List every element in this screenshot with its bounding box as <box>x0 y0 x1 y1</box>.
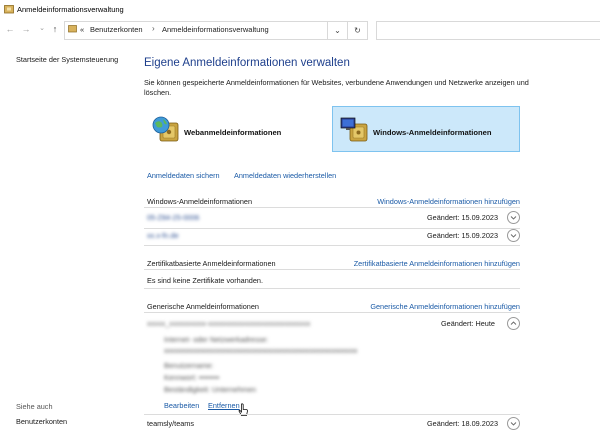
chevron-down-icon[interactable] <box>507 211 520 224</box>
address-dropdown-button[interactable]: ⌄ <box>327 21 348 40</box>
up-button[interactable]: ↑ <box>49 23 61 35</box>
credential-detail: Beständigkeit: Unternehmen <box>164 385 257 394</box>
add-certificate-credential-link[interactable]: Zertifikatbasierte Anmeldeinformationen … <box>354 259 520 268</box>
credential-detail: Kennwort: •••••••• <box>164 373 220 382</box>
window-title: Anmeldeinformationsverwaltung <box>17 5 124 14</box>
divider <box>144 245 520 246</box>
backup-credentials-link[interactable]: Anmeldedaten sichern <box>147 171 220 180</box>
edit-credential-link[interactable]: Bearbeiten <box>164 401 199 410</box>
web-credentials-tile[interactable]: Webanmeldeinformationen <box>144 106 322 152</box>
breadcrumb-separator: › <box>152 24 155 33</box>
chevron-down-icon[interactable] <box>507 229 520 242</box>
certificate-section-title: Zertifikatbasierte Anmeldeinformationen <box>147 259 276 268</box>
breadcrumb-overflow[interactable]: « <box>80 25 84 34</box>
control-panel-home-link[interactable]: Startseite der Systemsteuerung <box>16 55 118 64</box>
recent-locations-button[interactable]: ⌄ <box>36 23 48 35</box>
credential-name[interactable]: teamsly/teams <box>147 419 194 428</box>
back-button[interactable]: ← <box>4 23 16 35</box>
chevron-down-icon[interactable] <box>507 417 520 430</box>
divider <box>144 269 520 270</box>
remove-credential-link[interactable]: Entfernen <box>208 401 240 410</box>
page-description: Sie können gespeicherte Anmeldeinformati… <box>144 78 529 97</box>
divider <box>144 414 520 415</box>
divider <box>144 288 520 289</box>
windows-safe-icon <box>339 115 369 143</box>
credential-detail: Benutzername: <box>164 361 214 370</box>
credential-changed: Geändert: 18.09.2023 <box>427 419 498 428</box>
globe-safe-icon <box>150 115 180 143</box>
breadcrumb-credential-manager[interactable]: Anmeldeinformationsverwaltung <box>162 25 269 34</box>
page-title: Eigene Anmeldeinformationen verwalten <box>144 57 350 69</box>
restore-credentials-link[interactable]: Anmeldedaten wiederherstellen <box>234 171 336 180</box>
credential-detail: xxxxxxxxxxxxxxxxxxxxxxxxxxxxxxxxxxxxxxxx… <box>164 346 358 355</box>
windows-section-title: Windows-Anmeldeinformationen <box>147 197 253 206</box>
no-certificates-text: Es sind keine Zertifikate vorhanden. <box>147 276 264 285</box>
generic-section-title: Generische Anmeldeinformationen <box>147 302 259 311</box>
chevron-up-icon[interactable] <box>507 317 520 330</box>
breadcrumb-accounts[interactable]: Benutzerkonten <box>90 25 143 34</box>
app-icon <box>4 4 14 14</box>
folder-icon <box>68 24 77 33</box>
refresh-button[interactable]: ↻ <box>347 21 368 40</box>
windows-credentials-tile[interactable]: Windows-Anmeldeinformationen <box>332 106 520 152</box>
credential-name: 05-Z84-25-0006 <box>147 213 200 222</box>
see-also-heading: Siehe auch <box>16 402 53 411</box>
windows-credentials-label: Windows-Anmeldeinformationen <box>373 128 492 137</box>
search-input[interactable] <box>376 21 600 40</box>
mouse-pointer-icon <box>238 403 250 419</box>
credential-changed: Geändert: 15.09.2023 <box>427 231 498 240</box>
add-windows-credential-link[interactable]: Windows-Anmeldeinformationen hinzufügen <box>377 197 520 206</box>
credential-changed: Geändert: Heute <box>441 319 495 328</box>
web-credentials-label: Webanmeldeinformationen <box>184 128 282 137</box>
credential-changed: Geändert: 15.09.2023 <box>427 213 498 222</box>
add-generic-credential-link[interactable]: Generische Anmeldeinformationen hinzufüg… <box>370 302 520 311</box>
forward-button[interactable]: → <box>20 23 32 35</box>
credential-detail: Internet- oder Netzwerkadresse: <box>164 335 269 344</box>
credential-name: xxxxx_xxxxxxxxxx-xxxxxxxxxxxxxxxxxxxxxxx… <box>147 319 311 328</box>
user-accounts-link[interactable]: Benutzerkonten <box>16 417 67 426</box>
credential-name: xx.x-fn.de <box>147 231 179 240</box>
